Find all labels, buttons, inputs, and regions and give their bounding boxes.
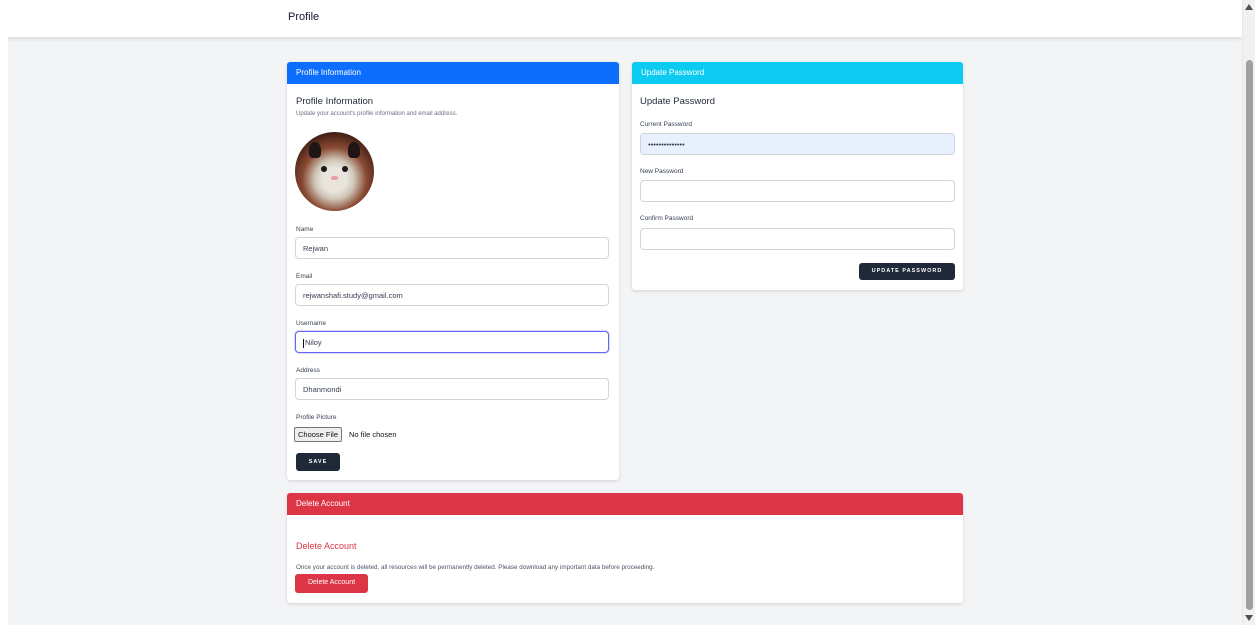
- delete-section-title: Delete Account: [296, 541, 357, 551]
- avatar-eye-left: [321, 166, 327, 172]
- profile-section-title: Profile Information: [296, 96, 374, 107]
- save-button[interactable]: SAVE: [296, 453, 340, 471]
- avatar: [295, 132, 374, 211]
- avatar-eye-right: [342, 166, 348, 172]
- current-password-label: Current Password: [640, 121, 693, 128]
- username-label: Username: [296, 320, 326, 327]
- address-field[interactable]: Dhanmondi: [295, 378, 609, 400]
- profile-section-description: Update your account's profile informatio…: [296, 111, 458, 117]
- avatar-nose: [331, 176, 338, 180]
- text-cursor: [303, 338, 304, 348]
- new-password-label: New Password: [640, 168, 684, 175]
- choose-file-button[interactable]: Choose File: [294, 427, 343, 442]
- avatar-ear-right: [348, 142, 360, 158]
- name-label: Name: [296, 226, 314, 233]
- password-card-header: Update Password: [632, 62, 963, 84]
- confirm-password-label: Confirm Password: [640, 215, 694, 222]
- name-value: Rejwan: [303, 244, 329, 253]
- scrollbar-thumb[interactable]: [1246, 60, 1253, 610]
- top-header: Profile: [0, 0, 1242, 37]
- delete-section-description: Once your account is deleted, all resour…: [296, 564, 655, 571]
- delete-card-header: Delete Account: [287, 493, 963, 515]
- profile-picture-label: Profile Picture: [296, 414, 337, 421]
- update-password-card: Update Password Update Password Current …: [632, 62, 963, 290]
- delete-account-button[interactable]: Delete Account: [295, 574, 368, 593]
- file-status: No file chosen: [349, 430, 397, 439]
- current-password-field[interactable]: ••••••••••••••: [640, 133, 955, 155]
- profile-information-card: Profile Information Profile Information …: [287, 62, 619, 480]
- name-field[interactable]: Rejwan: [295, 237, 609, 259]
- scroll-down-arrow-icon[interactable]: [1245, 615, 1253, 621]
- address-value: Dhanmondi: [303, 385, 342, 394]
- email-label: Email: [296, 273, 313, 280]
- new-password-field[interactable]: [640, 180, 955, 202]
- password-section-title: Update Password: [640, 96, 715, 107]
- profile-card-header: Profile Information: [287, 62, 619, 84]
- address-label: Address: [296, 367, 320, 374]
- delete-account-card: Delete Account Delete Account Once your …: [287, 493, 963, 603]
- page-title: Profile: [288, 11, 320, 23]
- email-field[interactable]: rejwanshafi.study@gmail.com: [295, 284, 609, 306]
- username-field[interactable]: Niloy: [295, 331, 609, 353]
- scrollbar[interactable]: [1242, 0, 1255, 625]
- scroll-up-arrow-icon[interactable]: [1245, 4, 1253, 10]
- email-value: rejwanshafi.study@gmail.com: [303, 291, 403, 300]
- current-password-value: ••••••••••••••: [648, 140, 685, 149]
- left-edge-strip: [0, 37, 8, 625]
- avatar-ear-left: [309, 142, 321, 158]
- confirm-password-field[interactable]: [640, 228, 955, 250]
- username-value: Niloy: [305, 338, 322, 347]
- update-password-button[interactable]: UPDATE PASSWORD: [859, 263, 955, 280]
